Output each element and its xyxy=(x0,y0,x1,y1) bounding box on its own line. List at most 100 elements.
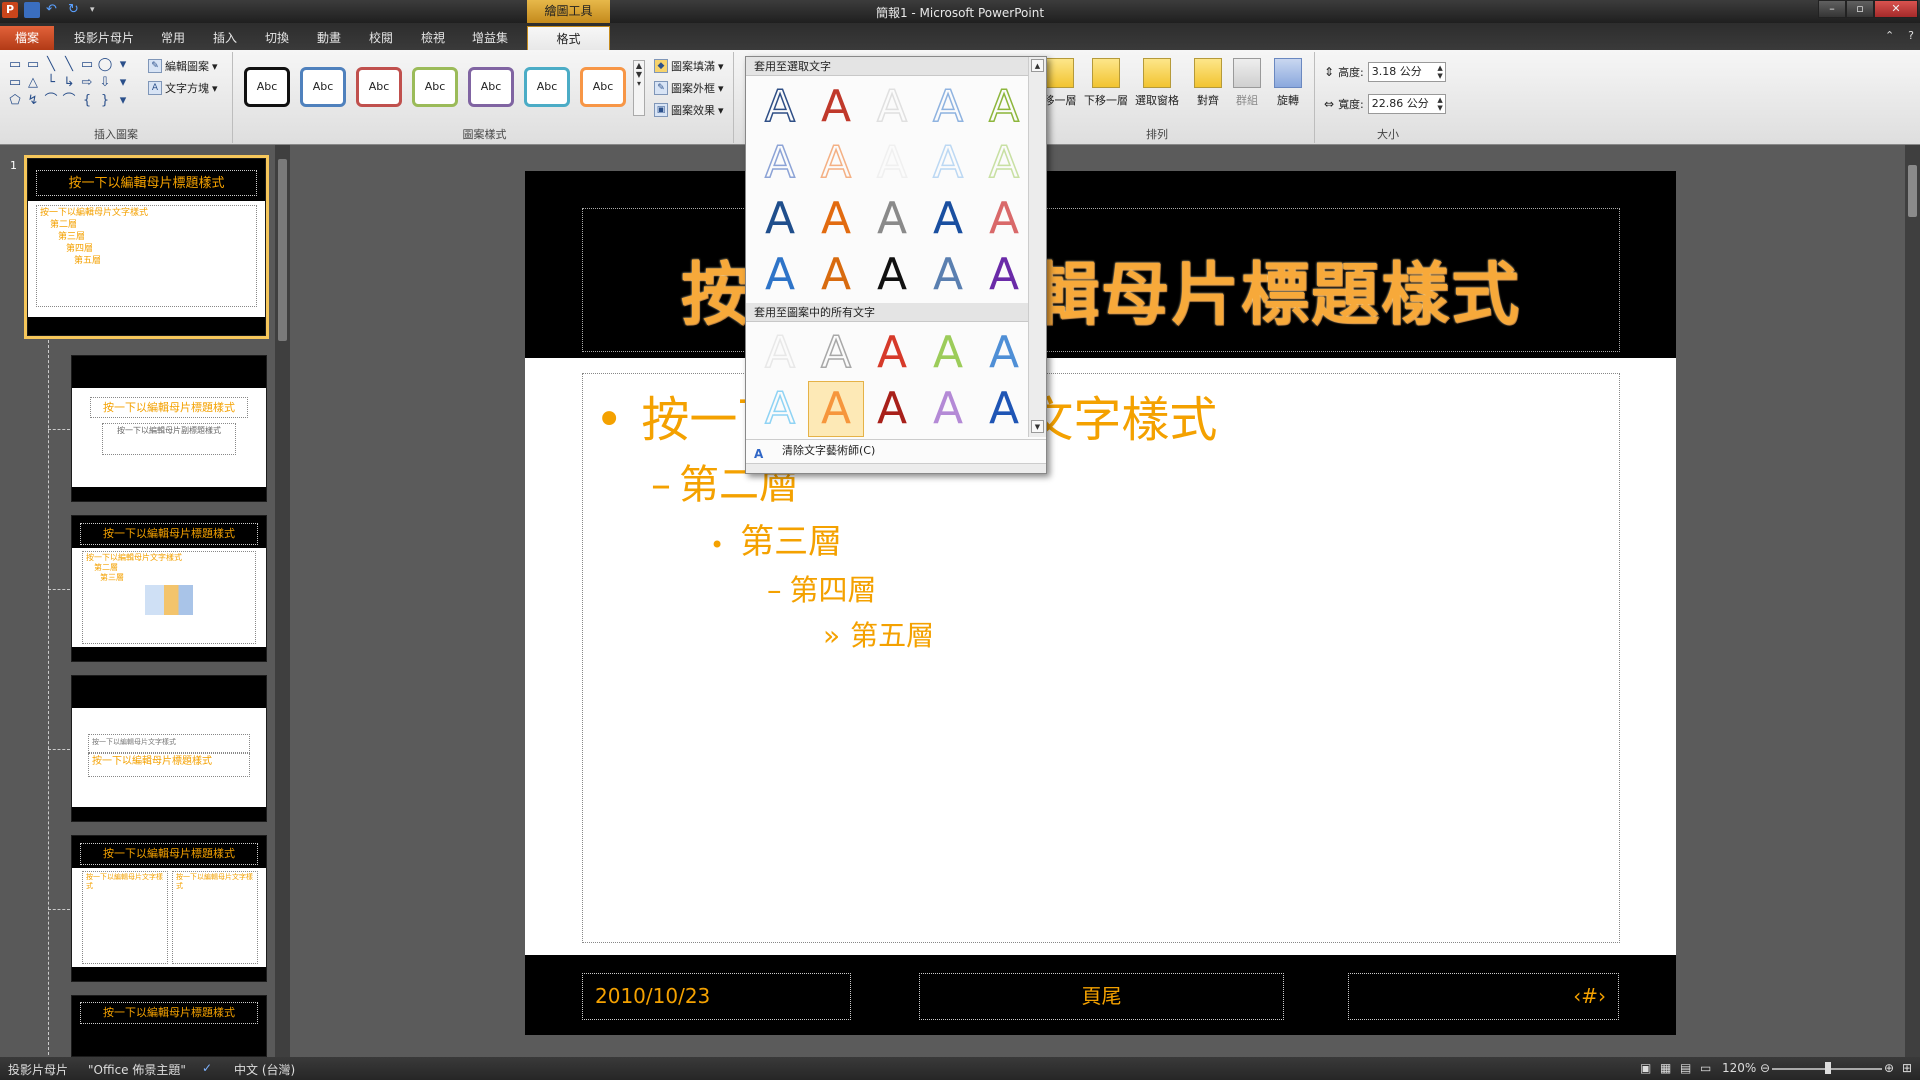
scrollbar-thumb[interactable] xyxy=(278,159,287,341)
wordart-style-option[interactable]: A xyxy=(864,79,920,135)
slide-sorter-icon[interactable]: ▦ xyxy=(1660,1061,1671,1075)
edit-shape-button[interactable]: ✎ 編輯圖案 ▾ xyxy=(148,58,218,74)
wordart-style-option[interactable]: A xyxy=(752,325,808,381)
zoom-slider-knob[interactable] xyxy=(1825,1062,1831,1074)
shape-option[interactable]: ⇨ xyxy=(78,74,96,92)
height-input[interactable]: 3.18 公分 ▲ ▼ xyxy=(1367,62,1446,82)
wordart-style-option[interactable]: A xyxy=(864,191,920,247)
date-placeholder[interactable]: 2010/10/23 xyxy=(582,973,851,1020)
thumbnail-layout-section-header[interactable]: 按一下以編輯母片文字樣式 按一下以編輯母片標題樣式 xyxy=(71,675,267,822)
tab-file[interactable]: 檔案 xyxy=(0,26,54,50)
thumbnail-layout-title-slide[interactable]: 按一下以編輯母片標題樣式 按一下以編輯母片副標題樣式 xyxy=(71,355,267,502)
tab-view[interactable]: 檢視 xyxy=(410,26,456,50)
wordart-style-option[interactable]: A xyxy=(864,247,920,303)
scroll-down-icon[interactable]: ▼ xyxy=(1031,420,1044,433)
zoom-out-icon[interactable]: ⊖ xyxy=(1760,1061,1770,1075)
shape-option[interactable]: ▭ xyxy=(6,74,24,92)
wordart-style-option[interactable]: A xyxy=(976,325,1032,381)
title-placeholder[interactable]: 按一下以編輯母片標題樣式 xyxy=(582,208,1620,352)
shape-style-preset[interactable]: Abc xyxy=(468,67,514,107)
resize-grip[interactable] xyxy=(746,463,1046,473)
shape-option[interactable]: ▭ xyxy=(24,56,42,74)
shape-outline-button[interactable]: ✎ 圖案外框 ▾ xyxy=(654,80,724,96)
thumbnail-scrollbar[interactable] xyxy=(275,145,290,1057)
selection-pane-button[interactable]: 選取窗格 xyxy=(1132,58,1182,108)
wordart-style-option[interactable]: A xyxy=(976,135,1032,191)
wordart-style-option[interactable]: A xyxy=(920,191,976,247)
wordart-style-option[interactable]: A xyxy=(808,325,864,381)
shape-option[interactable]: ╲ xyxy=(60,56,78,74)
wordart-style-option[interactable]: A xyxy=(920,79,976,135)
tab-review[interactable]: 校閱 xyxy=(358,26,404,50)
scroll-up-icon[interactable]: ▲ xyxy=(1031,59,1044,72)
minimize-ribbon-icon[interactable]: ⌃ xyxy=(1885,29,1894,42)
wordart-style-option[interactable]: A xyxy=(920,325,976,381)
wordart-style-option[interactable]: A xyxy=(864,381,920,437)
thumbnail-layout-title-content[interactable]: 按一下以編輯母片標題樣式 按一下以編輯母片文字樣式 第二層 第三層 xyxy=(71,515,267,662)
wordart-style-option[interactable]: A xyxy=(808,79,864,135)
tab-add-ins[interactable]: 增益集 xyxy=(462,26,518,50)
wordart-style-option[interactable]: A xyxy=(976,79,1032,135)
shape-option[interactable]: └ xyxy=(42,74,60,92)
wordart-style-option[interactable]: A xyxy=(864,325,920,381)
shape-option[interactable]: ⌒ xyxy=(60,92,78,110)
width-input[interactable]: 22.86 公分 ▲ ▼ xyxy=(1367,94,1446,114)
help-icon[interactable]: ? xyxy=(1908,29,1914,42)
shape-style-preset[interactable]: Abc xyxy=(524,67,570,107)
shape-style-gallery-scroll[interactable]: ▲ ▼ ▾ xyxy=(633,60,645,116)
shape-effects-button[interactable]: ▣ 圖案效果 ▾ xyxy=(654,102,724,118)
wordart-style-option[interactable]: A xyxy=(976,381,1032,437)
shape-option[interactable]: △ xyxy=(24,74,42,92)
shape-option[interactable]: { xyxy=(78,92,96,110)
wordart-style-option[interactable]: A xyxy=(920,135,976,191)
tab-home[interactable]: 常用 xyxy=(150,26,196,50)
wordart-scrollbar[interactable]: ▲ ▼ xyxy=(1028,57,1046,437)
shape-style-preset[interactable]: Abc xyxy=(356,67,402,107)
fit-to-window-icon[interactable]: ⊞ xyxy=(1902,1061,1912,1075)
shape-option[interactable]: ╲ xyxy=(42,56,60,74)
tab-transitions[interactable]: 切換 xyxy=(254,26,300,50)
shape-option[interactable]: } xyxy=(96,92,114,110)
wordart-style-option[interactable]: A xyxy=(808,191,864,247)
main-scrollbar[interactable] xyxy=(1905,145,1920,1057)
shape-option[interactable]: ◯ xyxy=(96,56,114,74)
wordart-style-option[interactable]: A xyxy=(976,191,1032,247)
status-theme[interactable]: "Office 佈景主題" xyxy=(88,1061,186,1078)
slideshow-icon[interactable]: ▭ xyxy=(1700,1061,1711,1075)
text-box-button[interactable]: A 文字方塊 ▾ xyxy=(148,80,218,96)
wordart-style-option[interactable]: A xyxy=(920,381,976,437)
close-button[interactable]: ✕ xyxy=(1874,0,1918,18)
send-backward-button[interactable]: 下移一層 xyxy=(1084,58,1128,108)
tab-format[interactable]: 格式 xyxy=(527,26,610,50)
shape-fill-button[interactable]: ◆ 圖案填滿 ▾ xyxy=(654,58,724,74)
shapes-gallery[interactable]: ▭ ▭ ╲ ╲ ▭ ◯ ▾ ▭ △ └ ↳ ⇨ ⇩ ▾ ⬠ ↯ ⌒ ⌒{} ▾ xyxy=(6,56,132,110)
tab-slide-master[interactable]: 投影片母片 xyxy=(64,26,144,50)
thumbnail-layout-comparison[interactable]: 按一下以編輯母片標題樣式 xyxy=(71,995,267,1057)
spinner-icon[interactable]: ▲ ▼ xyxy=(1437,64,1442,80)
zoom-in-icon[interactable]: ⊕ xyxy=(1884,1061,1894,1075)
minimize-button[interactable]: – xyxy=(1818,0,1846,18)
status-language[interactable]: 中文 (台灣) xyxy=(234,1061,295,1078)
slide-number-placeholder[interactable]: ‹#› xyxy=(1348,973,1619,1020)
wordart-style-option[interactable]: A xyxy=(920,247,976,303)
shape-option[interactable]: ↳ xyxy=(60,74,78,92)
shape-option[interactable]: ▾ xyxy=(114,92,132,110)
scrollbar-thumb[interactable] xyxy=(1908,165,1917,217)
spinner-icon[interactable]: ▲ ▼ xyxy=(1437,96,1442,112)
rotate-button[interactable]: 旋轉 xyxy=(1266,58,1310,108)
wordart-style-option[interactable]: A xyxy=(808,247,864,303)
shape-style-preset[interactable]: Abc xyxy=(300,67,346,107)
tab-animations[interactable]: 動畫 xyxy=(306,26,352,50)
group-button[interactable]: 群組 xyxy=(1225,58,1269,108)
wordart-style-option[interactable]: A xyxy=(976,247,1032,303)
wordart-style-option[interactable]: A xyxy=(752,247,808,303)
footer-placeholder[interactable]: 頁尾 xyxy=(919,973,1284,1020)
wordart-style-option[interactable]: A xyxy=(752,191,808,247)
zoom-level[interactable]: 120% xyxy=(1722,1061,1756,1075)
tab-insert[interactable]: 插入 xyxy=(202,26,248,50)
slide-master-canvas[interactable]: 按一下以編輯母片標題樣式 •按一下以編輯母片文字樣式 –第二層 •第三層 –第四… xyxy=(525,171,1676,1035)
shape-option[interactable]: ⇩ xyxy=(96,74,114,92)
shape-option[interactable]: ▭ xyxy=(78,56,96,74)
thumbnail-slide-master[interactable]: 按一下以編輯母片標題樣式 按一下以編輯母片文字樣式 第二層 第三層 第四層 第五… xyxy=(27,158,266,336)
align-button[interactable]: 對齊 xyxy=(1186,58,1230,108)
